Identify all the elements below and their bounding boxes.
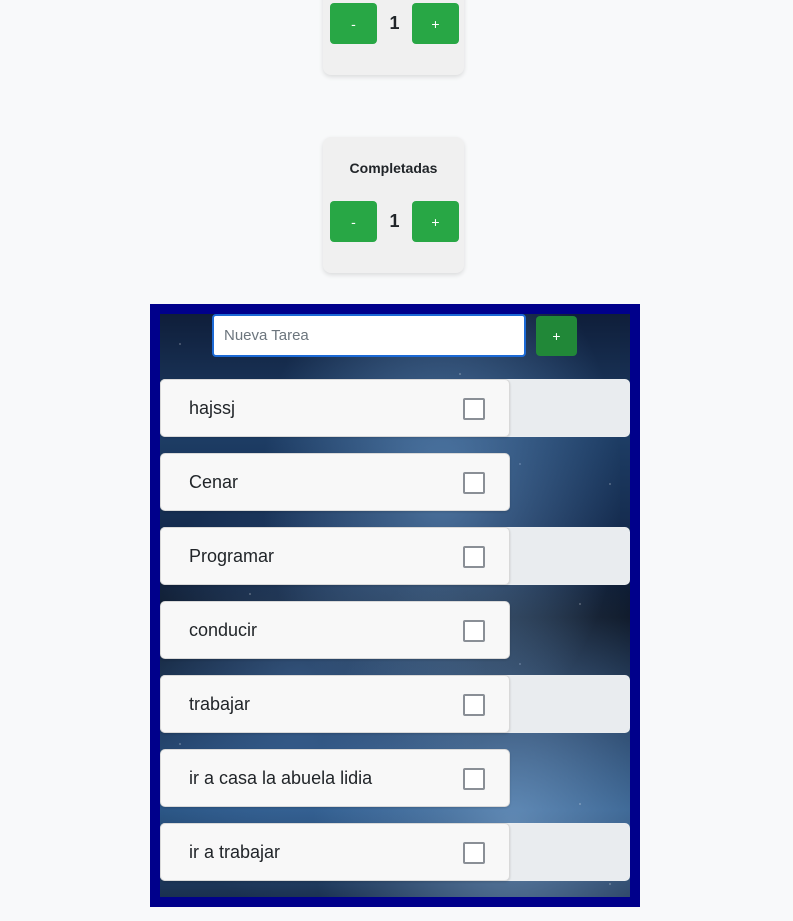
task-row: Programar (160, 527, 630, 585)
task-row: ir a casa la abuela lidia (160, 749, 630, 807)
add-task-button[interactable]: + (536, 316, 577, 356)
increment-button[interactable]: + (412, 3, 459, 44)
task-checkbox[interactable] (463, 472, 485, 494)
task-text: ir a casa la abuela lidia (189, 767, 373, 788)
task-checkbox[interactable] (463, 768, 485, 790)
task-checkbox[interactable] (463, 620, 485, 642)
task-checkbox[interactable] (463, 546, 485, 568)
page: - 1 + Completadas - 1 + + hajssj (0, 0, 793, 921)
completed-counter-title: Completadas (349, 160, 438, 176)
task-item: trabajar (160, 675, 510, 733)
task-checkbox[interactable] (463, 398, 485, 420)
completed-decrement-button[interactable]: - (330, 201, 377, 242)
task-text: trabajar (189, 693, 251, 714)
counter-card: - 1 + (323, 0, 464, 75)
task-row: trabajar (160, 675, 630, 733)
task-text: Cenar (189, 471, 239, 492)
task-text: conducir (189, 619, 258, 640)
task-text: hajssj (189, 397, 236, 418)
task-row: ir a trabajar (160, 823, 630, 881)
decrement-button[interactable]: - (330, 3, 377, 44)
completed-counter-card: Completadas - 1 + (323, 137, 464, 273)
task-checkbox[interactable] (463, 694, 485, 716)
task-text: ir a trabajar (189, 841, 281, 862)
completed-increment-button[interactable]: + (412, 201, 459, 242)
counter-value: 1 (389, 13, 400, 33)
completed-counter-controls: - 1 + (330, 201, 459, 242)
space-background-image: + hajssj Cenar Programar (160, 314, 630, 897)
task-checkbox[interactable] (463, 842, 485, 864)
task-item: ir a trabajar (160, 823, 510, 881)
counter-controls: - 1 + (330, 3, 459, 44)
task-row: hajssj (160, 379, 630, 437)
task-item: Programar (160, 527, 510, 585)
task-text: Programar (189, 545, 275, 566)
task-item: Cenar (160, 453, 510, 511)
new-task-input[interactable] (212, 314, 526, 357)
task-item: conducir (160, 601, 510, 659)
task-row: conducir (160, 601, 630, 659)
completed-counter-value: 1 (389, 211, 400, 231)
task-item: ir a casa la abuela lidia (160, 749, 510, 807)
task-list: hajssj Cenar Programar conducir trabajar… (160, 379, 630, 897)
task-item: hajssj (160, 379, 510, 437)
task-row: Cenar (160, 453, 630, 511)
task-panel: + hajssj Cenar Programar (150, 304, 640, 907)
